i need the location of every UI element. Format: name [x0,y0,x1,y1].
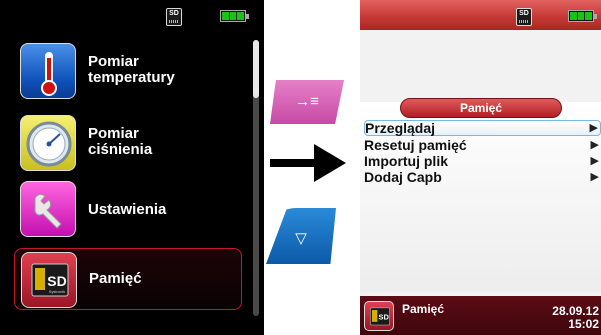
option-label: Dodaj Capb [364,169,442,185]
menu-item-label-line2: ciśnienia [88,141,153,158]
enter-arrow-icon: →≡ [295,93,319,110]
option-resetuj-pamiec[interactable]: Resetuj pamięć ▶ [364,138,601,154]
menu-item-label-line2: temperatury [88,69,175,86]
arrow-right-icon: ▶ [590,139,599,151]
sd-big-text: SD [379,313,390,322]
wrench-icon [20,181,76,237]
bottom-bar: SD Pamięć 28.09.12 15:02 [360,296,601,335]
battery-icon [568,10,597,22]
down-triangle-icon: ▽ [295,230,307,247]
menu-item-label: Pamięć [89,270,142,287]
sd-card-status-icon: SD [166,8,182,26]
menu-item-label: Pomiar [88,53,139,70]
arrow-right-icon: ▶ [590,155,599,167]
sd-brand-text: Systronik [49,289,65,294]
status-bar: SD [360,0,601,30]
sd-card-icon: SD Systronik [21,252,77,308]
panel-title: Pamięć [400,98,562,118]
menu-item-pomiar-temperatury[interactable]: Pomiar temperatury [14,40,242,102]
date-display: 28.09.12 [552,304,599,318]
memory-menu-panel: Pamięć Przeglądaj ▶ Resetuj pamięć ▶ Imp… [360,98,601,292]
scrollbar[interactable] [253,40,259,316]
battery-icon [220,10,249,22]
navigation-arrow-icon [270,144,346,182]
down-key-button[interactable]: ▽ [266,208,336,264]
thermometer-icon [20,43,76,99]
option-label: Przeglądaj [365,120,436,136]
scrollbar-thumb[interactable] [253,40,259,98]
bottom-bar-title: Pamięć [402,302,445,316]
left-device-screen: SD Pomiar temperatury Pomiar ciśnienia U… [0,0,264,335]
arrow-right-icon: ▶ [589,122,598,134]
option-przegladaj[interactable]: Przeglądaj ▶ [364,120,601,136]
menu-item-label: Pomiar [88,125,139,142]
menu-item-pamiec[interactable]: SD Systronik Pamięć [14,248,242,310]
menu-item-ustawienia[interactable]: Ustawienia [14,178,242,240]
sd-card-icon: SD [364,301,394,331]
option-importuj-plik[interactable]: Importuj plik ▶ [364,154,601,170]
option-label: Resetuj pamięć [364,137,467,153]
time-display: 15:02 [568,317,599,331]
arrow-right-icon: ▶ [590,171,599,183]
right-device-screen: SD Pamięć Przeglądaj ▶ Resetuj pamięć ▶ … [360,0,601,335]
option-dodaj-capb[interactable]: Dodaj Capb ▶ [364,170,601,186]
menu-item-label: Ustawienia [88,201,167,218]
pressure-gauge-icon [20,115,76,171]
sd-big-text: SD [47,273,66,289]
sd-card-status-icon: SD [516,8,532,26]
option-label: Importuj plik [364,153,448,169]
status-bar: SD [0,0,264,28]
menu-item-pomiar-cisnienia[interactable]: Pomiar ciśnienia [14,112,242,174]
enter-key-button[interactable]: →≡ [270,80,344,124]
